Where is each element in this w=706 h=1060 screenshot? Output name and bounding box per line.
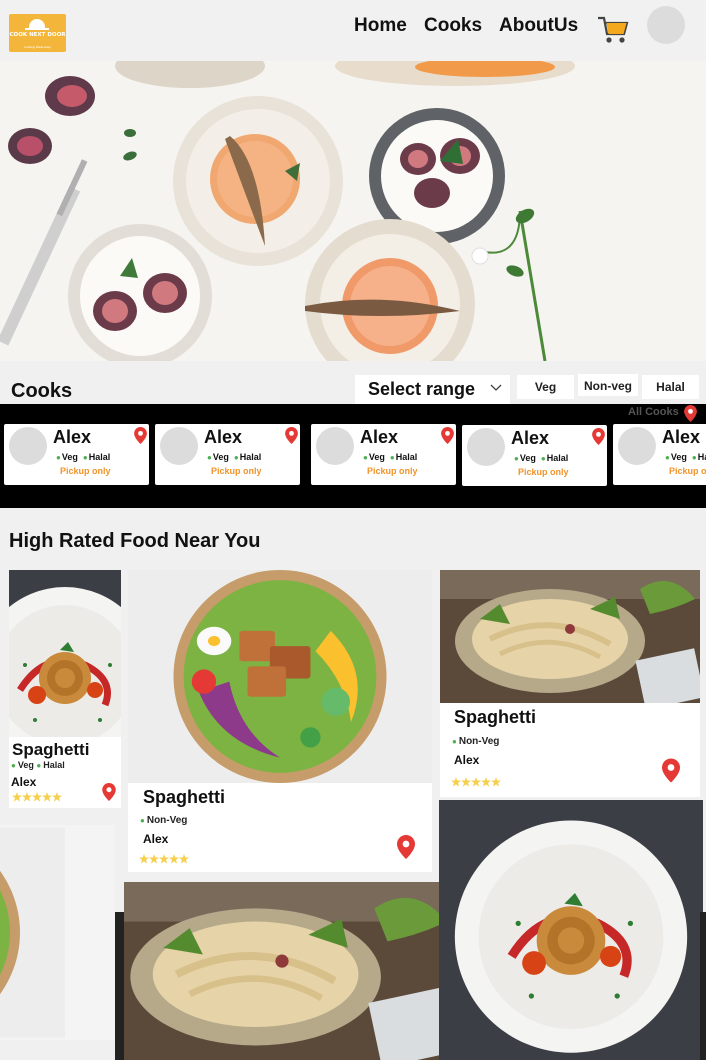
cook-name: Alex — [360, 427, 399, 447]
food-tag: Halal — [43, 760, 65, 770]
cook-card[interactable]: Alex ●Veg ●Halal Pickup only — [155, 424, 300, 485]
location-pin-icon[interactable] — [134, 427, 147, 444]
cloche-icon — [29, 19, 45, 28]
pickup-label: Pickup only — [669, 466, 706, 476]
food-image — [9, 570, 121, 737]
food-name: Spaghetti — [12, 740, 90, 759]
pickup-label: Pickup only — [518, 467, 569, 477]
food-card-partial[interactable] — [0, 825, 115, 1040]
cook-name: Alex — [53, 427, 92, 447]
top-navbar: COOK NEXT DOOR Cooking Made Easy Home Co… — [0, 0, 706, 61]
pickup-label: Pickup only — [60, 466, 111, 476]
cook-tag: Veg — [670, 452, 687, 462]
food-image — [124, 882, 440, 1060]
location-pin-icon — [684, 405, 697, 422]
rating-stars — [450, 777, 502, 787]
rating-stars — [138, 854, 190, 864]
food-tag: Veg — [17, 760, 34, 770]
logo-text: COOK NEXT DOOR — [9, 32, 66, 38]
cook-tag: Halal — [697, 452, 706, 462]
food-card-partial[interactable] — [439, 800, 703, 1060]
cook-avatar — [9, 427, 47, 465]
cook-tag: Veg — [368, 452, 385, 462]
location-pin-icon[interactable] — [397, 835, 415, 859]
nav-link-aboutus[interactable]: AboutUs — [499, 15, 578, 37]
cook-avatar — [467, 428, 505, 466]
location-pin-icon[interactable] — [441, 427, 454, 444]
filter-non-veg[interactable]: Non-veg — [578, 374, 638, 396]
food-cook-name: Alex — [11, 775, 37, 789]
cook-tag: Halal — [239, 452, 262, 462]
image-edge — [700, 912, 706, 1060]
cook-name: Alex — [662, 427, 701, 447]
cook-card[interactable]: Alex ●Veg ●Halal Pickup only — [311, 424, 456, 485]
food-tag: Non-Veg — [458, 736, 500, 747]
filter-veg[interactable]: Veg — [517, 375, 574, 399]
food-cook-name: Alex — [454, 753, 480, 767]
food-image — [0, 825, 115, 1040]
logo-subtext: Cooking Made Easy — [24, 45, 51, 49]
food-name: Spaghetti — [454, 707, 537, 727]
nav-link-cooks[interactable]: Cooks — [424, 15, 482, 37]
cook-tag: Veg — [61, 452, 78, 462]
range-select[interactable]: Select range — [355, 375, 510, 404]
rating-stars — [11, 792, 63, 802]
food-cook-name: Alex — [143, 832, 169, 846]
cook-name: Alex — [511, 428, 550, 448]
range-select-label: Select range — [368, 379, 476, 399]
pickup-label: Pickup only — [367, 466, 418, 476]
nav-link-home[interactable]: Home — [354, 15, 407, 37]
food-image — [439, 800, 703, 1060]
brand-logo[interactable]: COOK NEXT DOOR Cooking Made Easy — [9, 14, 66, 52]
cart-icon[interactable] — [596, 13, 630, 45]
cook-avatar — [316, 427, 354, 465]
cook-tag: Veg — [519, 453, 536, 463]
cook-card[interactable]: Alex ●Veg ●Halal Pickup only — [4, 424, 149, 485]
food-section-heading: High Rated Food Near You — [9, 530, 261, 552]
pickup-label: Pickup only — [211, 466, 262, 476]
chevron-down-icon — [490, 384, 502, 391]
cook-tag: Halal — [546, 453, 569, 463]
food-card[interactable]: Spaghetti ● Non-Veg Alex — [440, 570, 700, 797]
location-pin-icon[interactable] — [592, 428, 605, 445]
cook-avatar — [618, 427, 656, 465]
food-image — [128, 570, 432, 783]
cooks-heading: Cooks — [11, 380, 73, 402]
cook-tag: Halal — [88, 452, 111, 462]
food-tag: Non-Veg — [146, 815, 188, 826]
all-cooks-link[interactable]: All Cooks — [628, 406, 679, 418]
location-pin-icon[interactable] — [662, 758, 680, 783]
location-pin-icon[interactable] — [285, 427, 298, 444]
food-name: Spaghetti — [143, 787, 226, 807]
hero-image — [0, 61, 706, 361]
cook-card[interactable]: Alex ●Veg ●Halal Pickup only — [613, 424, 706, 485]
food-image — [440, 570, 700, 703]
cook-card[interactable]: Alex ●Veg ●Halal Pickup only — [462, 425, 607, 486]
food-card[interactable]: Spaghetti ● Veg ● Halal Alex — [9, 570, 121, 808]
cook-avatar — [160, 427, 198, 465]
cook-name: Alex — [204, 427, 243, 447]
cooks-carousel[interactable]: All Cooks Alex ●Veg ●Halal Pickup only A… — [0, 404, 706, 508]
filter-halal[interactable]: Halal — [642, 375, 699, 399]
food-card-partial[interactable] — [124, 882, 440, 1060]
cook-tag: Halal — [395, 452, 418, 462]
food-card[interactable]: Spaghetti ● Non-Veg Alex — [128, 570, 432, 872]
location-pin-icon[interactable] — [102, 783, 116, 801]
user-avatar[interactable] — [647, 6, 685, 44]
cook-tag: Veg — [212, 452, 229, 462]
